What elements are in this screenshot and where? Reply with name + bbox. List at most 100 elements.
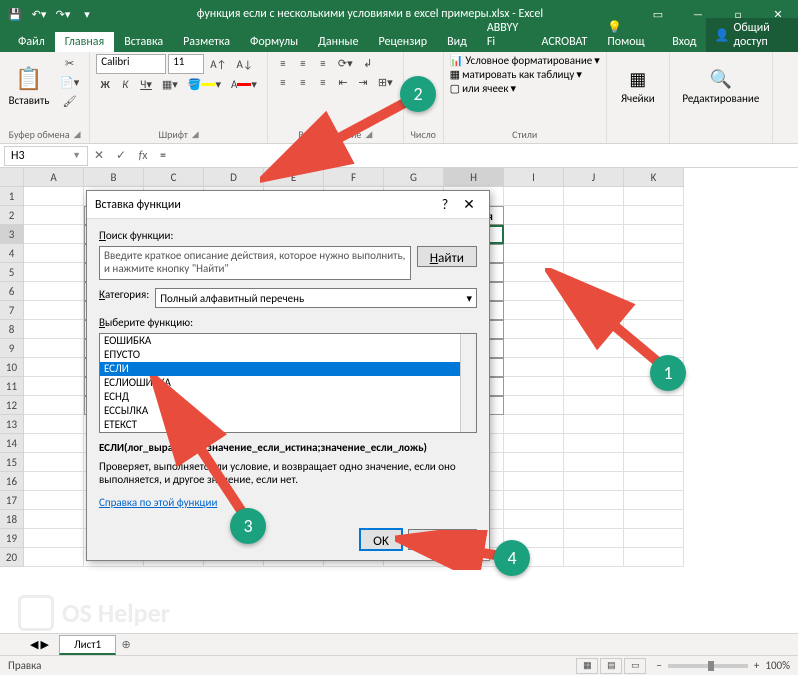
underline-button[interactable]: Ч▾ (136, 75, 156, 93)
row-header-9[interactable]: 9 (0, 339, 24, 358)
tab-abbyy[interactable]: ABBYY Fi (477, 18, 532, 52)
cell[interactable] (564, 529, 624, 548)
name-box[interactable]: H3▼ (4, 146, 88, 166)
indent-right-icon[interactable]: ⇥ (354, 73, 372, 91)
cell[interactable] (504, 244, 564, 263)
add-sheet-icon[interactable]: ⊕ (116, 638, 136, 651)
paste-button[interactable]: 📋 Вставить (6, 54, 52, 118)
tab-acrobat[interactable]: ACROBAT (531, 32, 597, 52)
col-header-H[interactable]: H (444, 168, 504, 187)
cell[interactable] (24, 339, 84, 358)
cell-styles-button[interactable]: ▢ или ячеек▾ (450, 82, 600, 95)
cell[interactable] (24, 282, 84, 301)
zoom-value[interactable]: 100% (765, 659, 790, 672)
cell[interactable] (24, 263, 84, 282)
cell[interactable] (504, 396, 564, 415)
qat-customize-icon[interactable]: ▾ (76, 3, 98, 25)
cell[interactable] (564, 396, 624, 415)
col-header-B[interactable]: B (84, 168, 144, 187)
cell[interactable] (24, 453, 84, 472)
fx-icon[interactable]: fx (132, 146, 154, 166)
bold-button[interactable]: Ж (96, 75, 114, 93)
clipboard-launcher-icon[interactable]: ◢ (74, 129, 81, 140)
search-input[interactable]: Введите краткое описание действия, котор… (99, 246, 411, 280)
col-header-K[interactable]: K (624, 168, 684, 187)
row-header-17[interactable]: 17 (0, 491, 24, 510)
tab-view[interactable]: Вид (437, 32, 477, 52)
indent-left-icon[interactable]: ⇤ (334, 73, 352, 91)
cell[interactable] (564, 472, 624, 491)
cell[interactable] (504, 206, 564, 225)
copy-icon[interactable]: 📄▾ (56, 73, 83, 91)
tab-insert[interactable]: Вставка (114, 32, 173, 52)
cond-format-button[interactable]: 📊 Условное форматирование▾ (450, 54, 600, 67)
row-header-3[interactable]: 3 (0, 225, 24, 244)
cell[interactable] (624, 491, 684, 510)
view-layout-icon[interactable]: ▤ (600, 658, 622, 674)
col-header-I[interactable]: I (504, 168, 564, 187)
cell[interactable] (504, 491, 564, 510)
tab-data[interactable]: Данные (308, 32, 368, 52)
cell[interactable] (624, 415, 684, 434)
row-header-19[interactable]: 19 (0, 529, 24, 548)
sheet-nav-prev-icon[interactable]: ◀ (30, 638, 38, 651)
row-header-6[interactable]: 6 (0, 282, 24, 301)
row-header-16[interactable]: 16 (0, 472, 24, 491)
border-icon[interactable]: ▦▾ (158, 75, 182, 93)
cell[interactable] (624, 396, 684, 415)
format-painter-icon[interactable]: 🖌 (56, 92, 83, 110)
row-header-20[interactable]: 20 (0, 548, 24, 567)
align-right-icon[interactable]: ≡ (314, 73, 332, 91)
cell[interactable] (504, 377, 564, 396)
row-header-12[interactable]: 12 (0, 396, 24, 415)
cell[interactable] (24, 244, 84, 263)
fill-color-icon[interactable]: 🪣▾ (184, 75, 225, 93)
cells-button[interactable]: ▦ Ячейки (613, 54, 663, 118)
cell[interactable] (564, 225, 624, 244)
row-header-5[interactable]: 5 (0, 263, 24, 282)
sheet-nav-next-icon[interactable]: ▶ (40, 638, 48, 651)
cell[interactable] (624, 548, 684, 567)
row-header-13[interactable]: 13 (0, 415, 24, 434)
enter-formula-icon[interactable]: ✓ (110, 146, 132, 166)
cell[interactable] (564, 415, 624, 434)
formula-input[interactable]: = (154, 146, 798, 166)
select-all-corner[interactable] (0, 168, 24, 187)
tab-review[interactable]: Рецензир (368, 32, 437, 52)
cell[interactable] (24, 434, 84, 453)
cell[interactable] (564, 510, 624, 529)
align-bottom-icon[interactable]: ≡ (314, 54, 332, 72)
cell[interactable] (24, 548, 84, 567)
cell[interactable] (24, 510, 84, 529)
font-launcher-icon[interactable]: ◢ (192, 129, 199, 140)
tab-formulas[interactable]: Формулы (240, 32, 308, 52)
col-header-C[interactable]: C (144, 168, 204, 187)
view-pagebreak-icon[interactable]: ▭ (624, 658, 646, 674)
cell[interactable] (504, 434, 564, 453)
row-header-7[interactable]: 7 (0, 301, 24, 320)
cell[interactable] (24, 377, 84, 396)
cell[interactable] (504, 453, 564, 472)
italic-button[interactable]: К (116, 75, 134, 93)
redo-icon[interactable]: ↷▾ (52, 3, 74, 25)
col-header-A[interactable]: A (24, 168, 84, 187)
cell[interactable] (24, 358, 84, 377)
cell[interactable] (504, 472, 564, 491)
cell[interactable] (24, 491, 84, 510)
tab-home[interactable]: Главная (55, 32, 114, 52)
row-header-4[interactable]: 4 (0, 244, 24, 263)
cell[interactable] (24, 320, 84, 339)
cell[interactable] (504, 510, 564, 529)
cell[interactable] (624, 206, 684, 225)
cell[interactable] (24, 206, 84, 225)
cell[interactable] (504, 225, 564, 244)
cell[interactable] (564, 491, 624, 510)
cell[interactable] (624, 472, 684, 491)
cell[interactable] (24, 529, 84, 548)
tab-file[interactable]: Файл (8, 32, 55, 52)
row-header-11[interactable]: 11 (0, 377, 24, 396)
find-button[interactable]: Найти (417, 246, 477, 267)
wrap-text-icon[interactable]: ↲ (359, 54, 377, 72)
cell[interactable] (564, 377, 624, 396)
col-header-J[interactable]: J (564, 168, 624, 187)
